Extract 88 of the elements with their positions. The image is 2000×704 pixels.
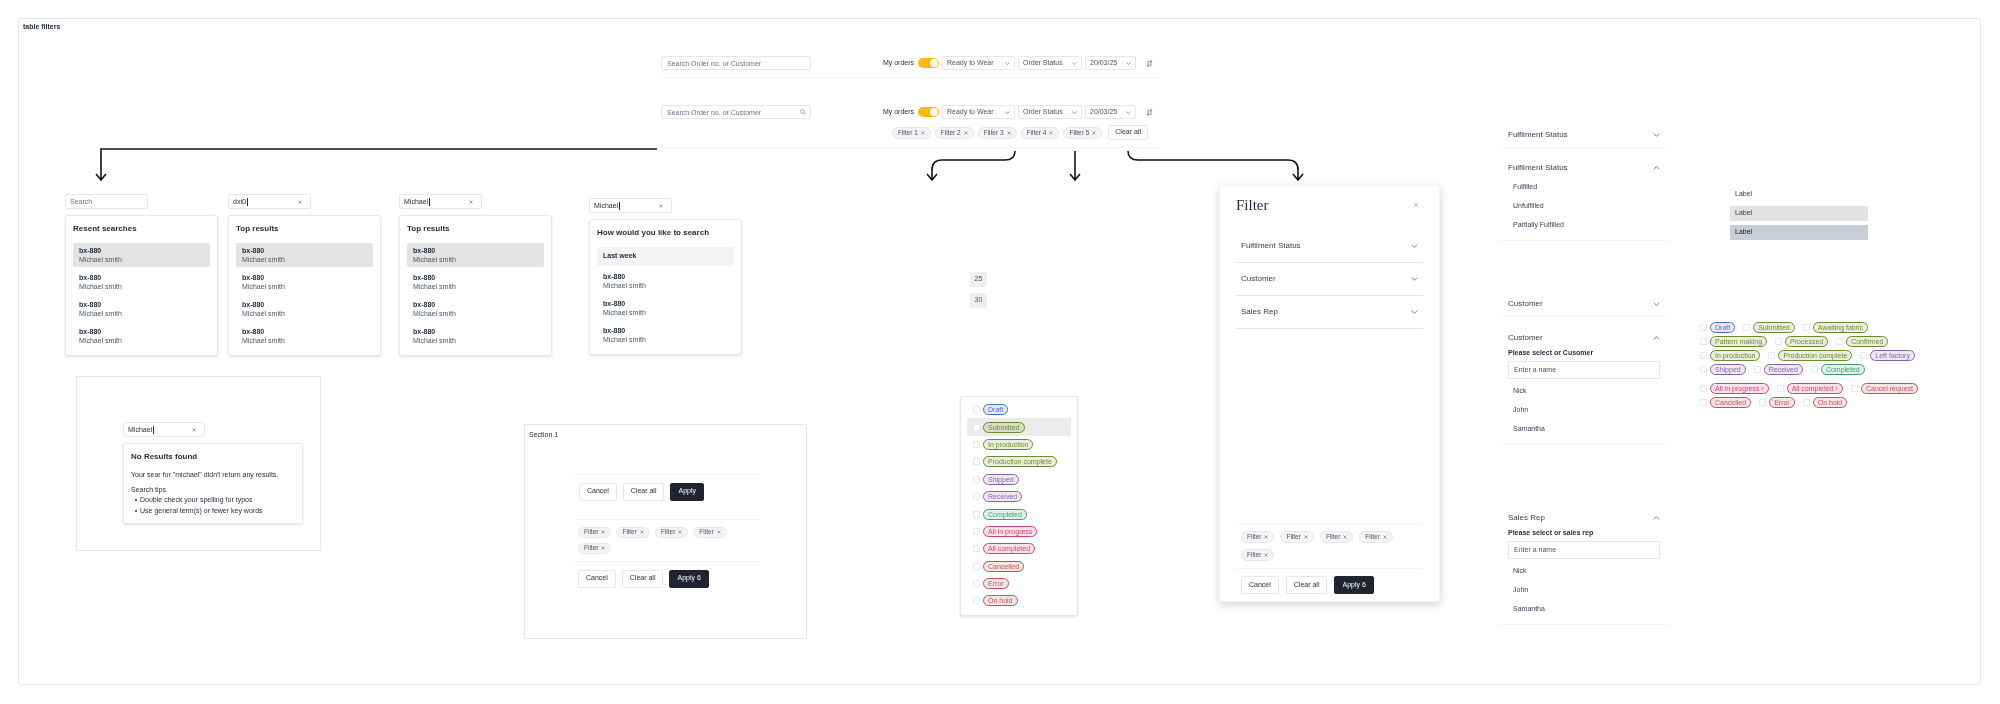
clear-icon (298, 199, 302, 204)
remove-icon (920, 130, 925, 135)
chevron-down-icon (1005, 61, 1010, 65)
checkbox[interactable] (1836, 338, 1844, 345)
chevron-down-icon (1126, 61, 1131, 65)
checkbox[interactable] (973, 475, 980, 483)
checkbox[interactable] (1802, 399, 1810, 406)
checkbox[interactable] (1775, 338, 1783, 345)
accordion-header[interactable]: Sales Rep (1236, 295, 1423, 329)
text-cursor (429, 197, 430, 206)
chevron-down-icon (1005, 110, 1010, 114)
checkbox[interactable] (1743, 324, 1751, 331)
panel-heading: Top results (236, 223, 280, 235)
remove-icon (716, 530, 721, 534)
remove-icon (1343, 535, 1348, 539)
checkbox[interactable] (973, 510, 980, 518)
chevron-down-icon (1411, 276, 1418, 281)
chevron-down-icon (1411, 243, 1418, 248)
panel-heading: Resent searches (73, 223, 138, 235)
search-icon (800, 109, 806, 115)
accordion-header[interactable]: Fulfilment Status (1500, 127, 1668, 142)
checkbox[interactable] (1759, 399, 1767, 406)
checkbox[interactable] (1700, 352, 1707, 359)
accordion-header[interactable]: Customer (1500, 330, 1668, 345)
chevron-down-icon (1653, 132, 1660, 137)
checkbox[interactable] (973, 580, 980, 588)
toggle-switch[interactable] (918, 107, 939, 117)
checkbox[interactable] (1850, 385, 1858, 392)
clear-icon (192, 427, 196, 432)
checkbox[interactable] (1700, 385, 1707, 392)
remove-icon (1049, 130, 1054, 135)
remove-icon (601, 546, 606, 550)
remove-icon (1264, 553, 1269, 557)
remove-icon (1264, 535, 1269, 539)
checkbox[interactable] (973, 423, 980, 431)
checkbox[interactable] (1860, 352, 1868, 359)
drawer-title: Filter (1236, 196, 1269, 215)
remove-icon (1006, 130, 1011, 135)
clear-icon (659, 203, 663, 208)
checkbox[interactable] (973, 562, 980, 570)
chevron-down-icon (1072, 61, 1077, 65)
checkbox[interactable] (973, 440, 980, 448)
close-icon (1414, 203, 1418, 208)
chevron-down-icon (1072, 110, 1077, 114)
remove-icon (639, 530, 644, 534)
flow-arrow (1069, 150, 1081, 182)
chevron-down-icon (1653, 301, 1660, 306)
accordion-header[interactable]: Customer (1500, 296, 1668, 311)
checkbox[interactable] (1700, 324, 1707, 331)
accordion-header[interactable]: Customer (1236, 262, 1423, 296)
chevron-up-icon (1653, 515, 1660, 520)
sort-icon[interactable] (1146, 108, 1153, 116)
checkbox[interactable] (973, 597, 980, 605)
toggle-switch[interactable] (918, 58, 939, 68)
clear-icon (469, 199, 473, 204)
remove-icon (601, 530, 606, 534)
sort-icon[interactable] (1146, 59, 1153, 67)
checkbox[interactable] (973, 406, 980, 414)
checkbox[interactable] (1700, 399, 1707, 406)
checkbox[interactable] (973, 493, 980, 501)
remove-icon (963, 130, 968, 135)
checkbox[interactable] (1810, 366, 1818, 373)
text-cursor (619, 201, 620, 210)
panel-heading: How would you like to search (597, 227, 711, 239)
text-cursor (153, 425, 154, 434)
checkbox[interactable] (1700, 338, 1707, 345)
checkbox[interactable] (1700, 366, 1707, 373)
panel-heading: Top results (407, 223, 451, 235)
chevron-up-icon (1653, 165, 1660, 170)
remove-icon (678, 530, 683, 534)
remove-icon (1092, 130, 1097, 135)
chevron-up-icon (1653, 335, 1660, 340)
checkbox[interactable] (973, 458, 980, 466)
text-cursor (247, 197, 248, 206)
remove-icon (1382, 535, 1387, 539)
checkbox[interactable] (1802, 324, 1810, 331)
accordion-header[interactable]: Fulfilment Status (1236, 229, 1423, 263)
accordion-header[interactable]: Fulfilment Status (1500, 160, 1668, 175)
chevron-down-icon (1411, 309, 1418, 314)
checkbox[interactable] (973, 527, 980, 535)
checkbox[interactable] (1753, 366, 1761, 373)
checkbox[interactable] (973, 545, 980, 553)
checkbox[interactable] (1776, 385, 1784, 392)
checkbox[interactable] (1768, 352, 1776, 359)
panel-heading: No Results found (131, 451, 199, 463)
chevron-down-icon (1126, 110, 1131, 114)
accordion-header[interactable]: Sales Rep (1500, 510, 1668, 525)
remove-icon (1303, 535, 1308, 539)
